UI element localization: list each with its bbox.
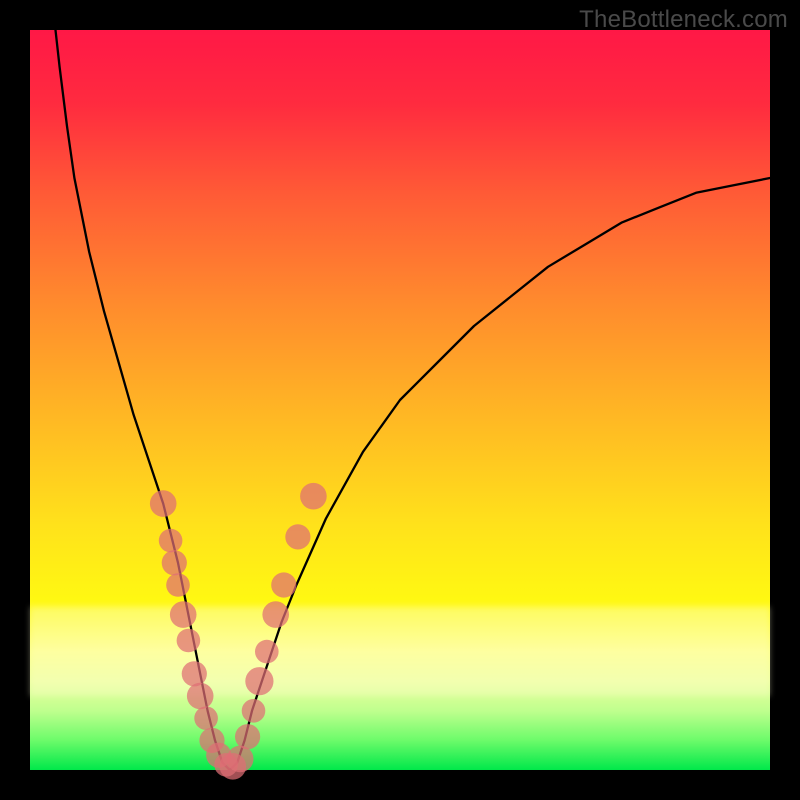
data-marker: [162, 550, 187, 575]
data-marker: [194, 706, 218, 730]
data-marker: [227, 746, 254, 773]
data-marker: [262, 601, 289, 628]
data-marker: [235, 724, 260, 749]
chart-svg: [30, 30, 770, 770]
data-marker: [166, 573, 190, 597]
chart-frame: TheBottleneck.com: [0, 0, 800, 800]
data-marker: [271, 572, 296, 597]
data-marker: [182, 661, 207, 686]
data-marker: [285, 524, 310, 549]
data-marker: [255, 640, 279, 664]
data-marker: [242, 699, 266, 723]
data-marker: [170, 601, 197, 628]
data-markers: [150, 483, 327, 780]
data-marker: [300, 483, 327, 510]
data-marker: [150, 490, 177, 517]
data-marker: [187, 683, 214, 710]
plot-area: [30, 30, 770, 770]
bottleneck-curve: [52, 0, 770, 770]
data-marker: [159, 529, 183, 553]
data-marker: [177, 629, 201, 653]
data-marker: [245, 667, 273, 695]
